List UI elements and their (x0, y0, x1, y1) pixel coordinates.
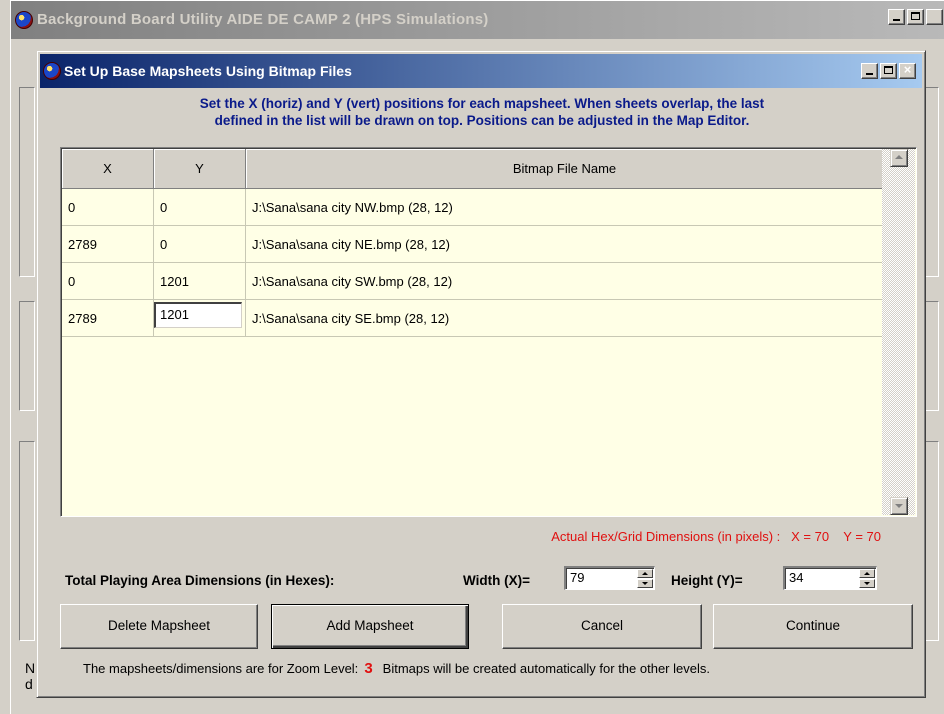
scroll-down-button[interactable] (890, 497, 908, 515)
dialog-title: Set Up Base Mapsheets Using Bitmap Files (64, 63, 352, 79)
table-row[interactable]: 2789 1201 J:\Sana\sana city SE.bmp (28, … (62, 300, 884, 337)
close-icon: × (930, 8, 939, 23)
main-window-titlebar[interactable]: Background Board Utility AIDE DE CAMP 2 … (11, 1, 944, 39)
height-decrement-button[interactable] (859, 579, 875, 588)
dialog-minimize-button[interactable] (861, 63, 878, 79)
app-globe-icon (43, 62, 61, 80)
arrow-up-icon (895, 155, 903, 159)
zoom-level-value: 3 (364, 660, 373, 677)
width-spinner-arrows (637, 569, 653, 588)
footer-prefix: The mapsheets/dimensions are for Zoom Le… (83, 661, 359, 676)
table-header: X Y Bitmap File Name (62, 149, 884, 189)
width-label: Width (X)= (463, 573, 530, 588)
scroll-up-button[interactable] (890, 149, 908, 167)
cell-edit-input[interactable]: 1201 (154, 302, 242, 328)
width-increment-button[interactable] (637, 569, 653, 578)
cell-x[interactable]: 0 (62, 263, 154, 300)
add-mapsheet-button[interactable]: Add Mapsheet (271, 604, 469, 649)
arrow-down-icon (864, 582, 870, 585)
dialog-maximize-button[interactable] (880, 63, 897, 79)
background-group-box (19, 441, 35, 641)
minimize-icon (866, 73, 873, 75)
cell-file[interactable]: J:\Sana\sana city SE.bmp (28, 12) (246, 300, 884, 337)
cell-x[interactable]: 2789 (62, 226, 154, 263)
delete-mapsheet-button[interactable]: Delete Mapsheet (60, 604, 258, 649)
cell-x[interactable]: 0 (62, 189, 154, 226)
table-body: 0 0 J:\Sana\sana city NW.bmp (28, 12) 27… (62, 189, 884, 337)
continue-button[interactable]: Continue (713, 604, 913, 649)
cell-file[interactable]: J:\Sana\sana city NW.bmp (28, 12) (246, 189, 884, 226)
table-row[interactable]: 0 1201 J:\Sana\sana city SW.bmp (28, 12) (62, 263, 884, 300)
column-header-file[interactable]: Bitmap File Name (246, 149, 884, 189)
arrow-down-icon (895, 504, 903, 508)
cell-file[interactable]: J:\Sana\sana city NE.bmp (28, 12) (246, 226, 884, 263)
background-group-box (19, 87, 35, 277)
table-row[interactable]: 0 0 J:\Sana\sana city NW.bmp (28, 12) (62, 189, 884, 226)
height-increment-button[interactable] (859, 569, 875, 578)
width-spinner[interactable]: 79 (564, 566, 655, 590)
playing-area-label: Total Playing Area Dimensions (in Hexes)… (65, 573, 335, 588)
actual-dimensions-text: Actual Hex/Grid Dimensions (in pixels) :… (551, 529, 881, 544)
maximize-icon (911, 12, 920, 20)
mapsheet-dialog: Set Up Base Mapsheets Using Bitmap Files… (36, 50, 926, 698)
close-button[interactable]: × (926, 8, 943, 25)
column-header-y[interactable]: Y (154, 149, 246, 189)
table-row[interactable]: 2789 0 J:\Sana\sana city NE.bmp (28, 12) (62, 226, 884, 263)
maximize-button[interactable] (907, 9, 924, 25)
cell-y[interactable]: 0 (154, 189, 246, 226)
cell-y[interactable]: 0 (154, 226, 246, 263)
main-window-controls: × (888, 8, 943, 25)
dialog-close-button[interactable]: × (899, 62, 916, 79)
cancel-button[interactable]: Cancel (502, 604, 702, 649)
minimize-icon (893, 19, 900, 21)
instructions-line: defined in the list will be drawn on top… (214, 113, 750, 128)
column-header-x[interactable]: X (62, 149, 154, 189)
instructions-text: Set the X (horiz) and Y (vert) positions… (77, 95, 887, 129)
dialog-titlebar[interactable]: Set Up Base Mapsheets Using Bitmap Files… (40, 54, 922, 88)
maximize-icon (884, 66, 893, 74)
height-spinner-arrows (859, 569, 875, 588)
mapsheet-table[interactable]: X Y Bitmap File Name 0 0 J:\Sana\sana ci… (60, 147, 917, 517)
cell-y-editor[interactable]: 1201 (154, 300, 246, 337)
minimize-button[interactable] (888, 9, 905, 25)
main-window-title: Background Board Utility AIDE DE CAMP 2 … (37, 11, 489, 28)
instructions-line: Set the X (horiz) and Y (vert) positions… (199, 96, 765, 111)
arrow-up-icon (642, 572, 648, 575)
zoom-level-footer: The mapsheets/dimensions are for Zoom Le… (83, 660, 710, 677)
height-input[interactable]: 34 (789, 570, 803, 585)
footer-suffix: Bitmaps will be created automatically fo… (382, 661, 710, 676)
background-group-box (19, 301, 35, 411)
cell-file[interactable]: J:\Sana\sana city SW.bmp (28, 12) (246, 263, 884, 300)
table-scrollbar[interactable] (882, 149, 915, 515)
width-input[interactable]: 79 (570, 570, 584, 585)
dialog-controls: × (861, 62, 916, 79)
app-globe-icon (15, 11, 33, 29)
background-text: d (25, 676, 33, 692)
height-spinner[interactable]: 34 (783, 566, 877, 590)
height-label: Height (Y)= (671, 573, 743, 588)
background-text: N (25, 660, 36, 676)
cell-y[interactable]: 1201 (154, 263, 246, 300)
width-decrement-button[interactable] (637, 579, 653, 588)
arrow-down-icon (642, 582, 648, 585)
cell-x[interactable]: 2789 (62, 300, 154, 337)
arrow-up-icon (864, 572, 870, 575)
close-icon: × (903, 62, 912, 77)
